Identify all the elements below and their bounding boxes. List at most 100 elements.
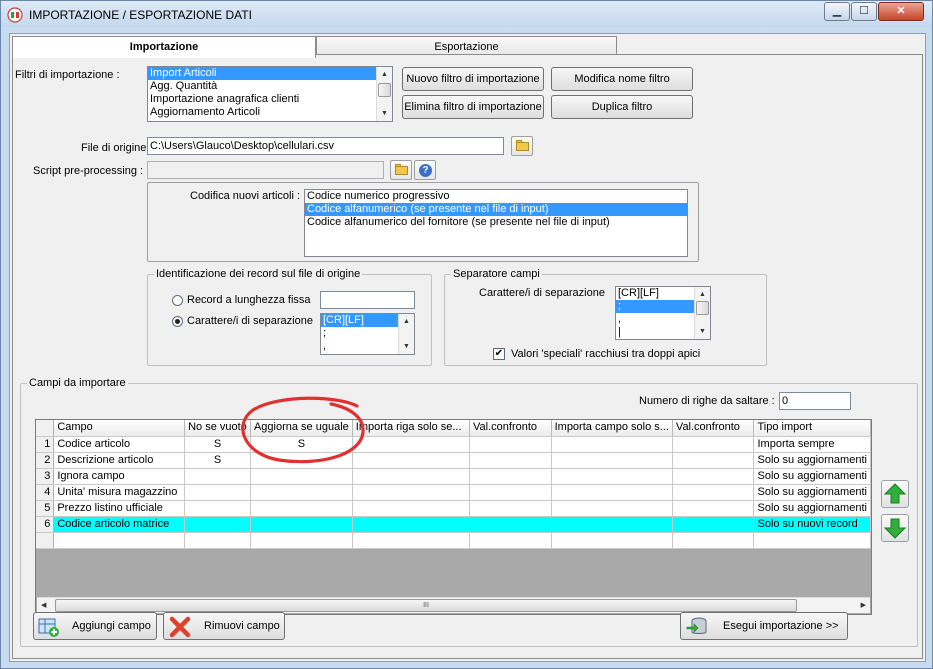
filters-listbox[interactable]: Import Articoli Agg. Quantità Importazio… — [147, 66, 393, 122]
move-up-button[interactable] — [881, 480, 909, 508]
cell-empty[interactable] — [469, 532, 552, 549]
coding-listbox[interactable]: Codice numerico progressivo Codice alfan… — [304, 189, 688, 257]
cell-val1[interactable] — [469, 468, 552, 485]
cell-val2[interactable] — [672, 468, 755, 485]
cell-campo-se[interactable] — [551, 500, 673, 517]
cell-riga-se[interactable] — [352, 436, 471, 453]
cell-empty[interactable] — [352, 532, 471, 549]
duplicate-filter-button[interactable]: Duplica filtro — [551, 95, 693, 119]
grid-hscrollbar[interactable]: ◀ III ▶ — [37, 597, 870, 613]
table-row[interactable]: 1 Codice articolo S S Importa sempre — [36, 436, 871, 453]
record-separator-scrollbar[interactable]: ▲ ▼ — [398, 314, 414, 354]
scroll-thumb[interactable]: III — [55, 599, 797, 612]
cell-campo[interactable]: Codice articolo — [53, 436, 186, 453]
cell-aggiorna[interactable] — [250, 516, 353, 533]
cell-campo-se[interactable] — [551, 436, 673, 453]
cell-no-vuoto[interactable] — [184, 516, 251, 533]
browse-script-button[interactable] — [390, 160, 412, 180]
cell-riga-se[interactable] — [352, 516, 471, 533]
cell-tipo[interactable]: Solo su aggiornamenti — [753, 468, 871, 485]
rename-filter-button[interactable]: Modifica nome filtro — [551, 67, 693, 91]
cell-campo[interactable]: Codice articolo matrice — [53, 516, 186, 533]
cell-tipo[interactable]: Solo su aggiornamenti — [753, 500, 871, 517]
column-header[interactable]: Tipo import — [753, 420, 871, 437]
cell-val2[interactable] — [672, 484, 755, 501]
cell-tipo[interactable]: Solo su aggiornamenti — [753, 484, 871, 501]
delete-filter-button[interactable]: Elimina filtro di importazione — [402, 95, 544, 119]
run-import-button[interactable]: Esegui importazione >> — [680, 612, 848, 640]
scroll-down-icon[interactable]: ▼ — [380, 109, 389, 118]
scroll-up-icon[interactable]: ▲ — [402, 317, 411, 326]
cell-val1[interactable] — [469, 500, 552, 517]
cell-empty[interactable] — [53, 532, 186, 549]
list-item[interactable]: Importazione anagrafica clienti — [148, 93, 392, 106]
minimize-button[interactable]: ▁ — [824, 2, 850, 21]
scroll-right-icon[interactable]: ▶ — [861, 601, 866, 609]
table-row[interactable]: 5 Prezzo listino ufficiale Solo su aggio… — [36, 500, 871, 517]
move-down-button[interactable] — [881, 514, 909, 542]
cell-riga-se[interactable] — [352, 468, 471, 485]
table-row[interactable]: 2 Descrizione articolo S Solo su aggiorn… — [36, 452, 871, 469]
cell-campo-se[interactable] — [551, 516, 673, 533]
cell-aggiorna[interactable] — [250, 484, 353, 501]
cell-campo-se[interactable] — [551, 484, 673, 501]
cell-campo[interactable]: Descrizione articolo — [53, 452, 186, 469]
scroll-down-icon[interactable]: ▼ — [402, 342, 411, 351]
tab-importazione[interactable]: Importazione — [12, 36, 316, 58]
column-header[interactable]: Val.confronto — [469, 420, 552, 437]
scroll-left-icon[interactable]: ◀ — [41, 601, 46, 609]
fixed-length-radio[interactable] — [172, 295, 183, 306]
source-file-input[interactable]: C:\Users\Glauco\Desktop\cellulari.csv — [147, 137, 504, 155]
record-separator-listbox[interactable]: [CR][LF] ; , ▲ ▼ — [320, 313, 415, 355]
scroll-thumb[interactable] — [696, 301, 709, 315]
cell-val1[interactable] — [469, 452, 552, 469]
cell-campo-se[interactable] — [551, 468, 673, 485]
list-item[interactable]: Codice numerico progressivo — [305, 190, 687, 203]
cell-tipo[interactable]: Solo su aggiornamenti — [753, 452, 871, 469]
column-header[interactable]: Val.confronto — [672, 420, 755, 437]
cell-val2[interactable] — [672, 436, 755, 453]
cell-val2[interactable] — [672, 500, 755, 517]
fixed-length-input[interactable] — [320, 291, 415, 309]
scroll-up-icon[interactable]: ▲ — [698, 290, 707, 299]
column-header[interactable]: Importa campo solo s... — [551, 420, 673, 437]
cell-campo[interactable]: Ignora campo — [53, 468, 186, 485]
cell-campo-se[interactable] — [551, 452, 673, 469]
cell-val1[interactable] — [469, 516, 552, 533]
field-separator-scrollbar[interactable]: ▲ ▼ — [694, 287, 710, 339]
cell-no-vuoto[interactable] — [184, 468, 251, 485]
list-item[interactable]: Import Articoli — [148, 67, 392, 80]
column-header[interactable]: Importa riga solo se... — [352, 420, 471, 437]
close-button[interactable]: ✕ — [878, 2, 924, 21]
new-filter-button[interactable]: Nuovo filtro di importazione — [402, 67, 544, 91]
table-row-empty[interactable] — [36, 532, 871, 549]
cell-tipo[interactable]: Solo su nuovi record — [753, 516, 871, 533]
cell-aggiorna[interactable] — [250, 500, 353, 517]
cell-riga-se[interactable] — [352, 452, 471, 469]
scroll-up-icon[interactable]: ▲ — [380, 70, 389, 79]
list-item[interactable]: Codice alfanumerico (se presente nel fil… — [305, 203, 687, 216]
filters-scrollbar[interactable]: ▲ ▼ — [376, 67, 392, 121]
cell-val1[interactable] — [469, 484, 552, 501]
browse-source-button[interactable] — [511, 136, 533, 156]
cell-riga-se[interactable] — [352, 484, 471, 501]
fields-grid[interactable]: Campo No se vuoto Aggiorna se uguale Imp… — [35, 419, 872, 615]
maximize-button[interactable]: ☐ — [851, 2, 877, 21]
add-field-button[interactable]: Aggiungi campo — [33, 612, 157, 640]
cell-empty[interactable] — [551, 532, 673, 549]
cell-no-vuoto[interactable] — [184, 500, 251, 517]
list-item[interactable]: Codice alfanumerico del fornitore (se pr… — [305, 216, 687, 229]
quotes-checkbox[interactable]: ✔ — [493, 348, 505, 360]
cell-val2[interactable] — [672, 516, 755, 533]
cell-riga-se[interactable] — [352, 500, 471, 517]
cell-val1[interactable] — [469, 436, 552, 453]
help-button[interactable]: ? — [414, 160, 436, 180]
cell-no-vuoto[interactable] — [184, 484, 251, 501]
cell-empty[interactable] — [250, 532, 353, 549]
list-item[interactable]: Agg. Quantità — [148, 80, 392, 93]
table-row[interactable]: 3 Ignora campo Solo su aggiornamenti — [36, 468, 871, 485]
column-header[interactable]: Campo — [53, 420, 186, 437]
scroll-thumb[interactable] — [378, 83, 391, 97]
cell-campo[interactable]: Prezzo listino ufficiale — [53, 500, 186, 517]
skip-rows-input[interactable]: 0 — [779, 392, 851, 410]
